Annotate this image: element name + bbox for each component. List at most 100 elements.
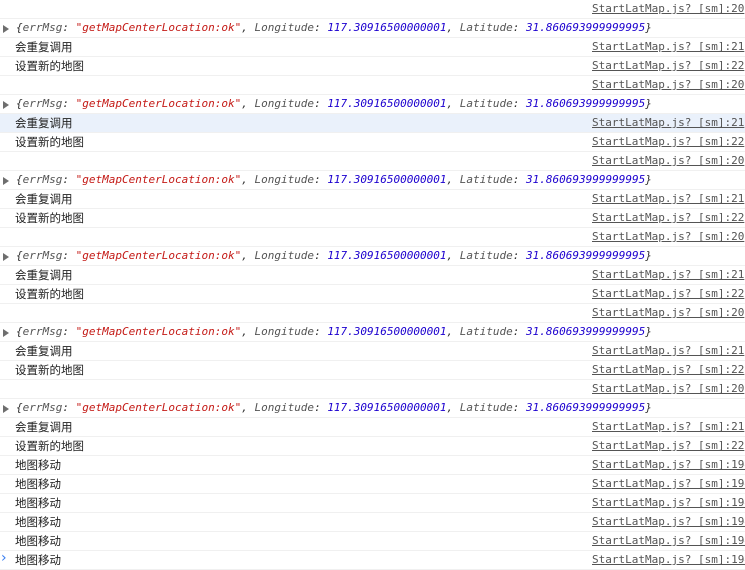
source-link[interactable]: StartLatMap.js? [sm]:20 bbox=[592, 304, 744, 322]
log-message: 设置新的地图 bbox=[15, 287, 84, 301]
expand-triangle-icon[interactable] bbox=[3, 405, 9, 413]
console-message-line: 地图移动 StartLatMap.js? [sm]:194 bbox=[0, 456, 745, 475]
source-link[interactable]: StartLatMap.js? [sm]:22 bbox=[592, 133, 744, 151]
object-preview[interactable]: {errMsg: "getMapCenterLocation:ok", Long… bbox=[16, 95, 652, 113]
log-message: 地图移动 bbox=[15, 496, 61, 510]
log-message: 会重复调用 bbox=[15, 40, 73, 54]
object-key: errMsg bbox=[22, 249, 63, 262]
log-message: 设置新的地图 bbox=[15, 439, 84, 453]
source-link[interactable]: StartLatMap.js? [sm]:22 bbox=[592, 209, 744, 227]
object-key: errMsg bbox=[22, 401, 63, 414]
object-number-value: 117.30916500000001 bbox=[327, 249, 447, 262]
console-message-line: 设置新的地图 StartLatMap.js? [sm]:22 bbox=[0, 361, 745, 380]
log-message: 设置新的地图 bbox=[15, 135, 84, 149]
console-line: StartLatMap.js? [sm]:20 bbox=[0, 76, 745, 95]
source-link[interactable]: StartLatMap.js? [sm]:21 bbox=[592, 114, 744, 132]
object-number-value: 117.30916500000001 bbox=[327, 401, 447, 414]
source-link[interactable]: StartLatMap.js? [sm]:20 bbox=[592, 228, 744, 246]
console-message-line: 会重复调用 StartLatMap.js? [sm]:21 bbox=[0, 418, 745, 437]
object-key: errMsg bbox=[22, 173, 63, 186]
source-link[interactable]: StartLatMap.js? [sm]:20 bbox=[592, 380, 744, 398]
console-message-line: 会重复调用 StartLatMap.js? [sm]:21 bbox=[0, 266, 745, 285]
expand-triangle-icon[interactable] bbox=[3, 177, 9, 185]
object-key: Longitude bbox=[254, 249, 315, 262]
expand-triangle-icon[interactable] bbox=[3, 101, 9, 109]
log-message: 会重复调用 bbox=[15, 344, 73, 358]
object-number-value: 117.30916500000001 bbox=[327, 21, 447, 34]
console-log: StartLatMap.js? [sm]:20 {errMsg: "getMap… bbox=[0, 0, 745, 570]
object-preview[interactable]: {errMsg: "getMapCenterLocation:ok", Long… bbox=[16, 399, 652, 417]
console-object-line[interactable]: {errMsg: "getMapCenterLocation:ok", Long… bbox=[0, 95, 745, 114]
console-object-line[interactable]: {errMsg: "getMapCenterLocation:ok", Long… bbox=[0, 323, 745, 342]
console-line: StartLatMap.js? [sm]:20 bbox=[0, 228, 745, 247]
source-link[interactable]: StartLatMap.js? [sm]:22 bbox=[592, 57, 744, 75]
console-message-line: 会重复调用 StartLatMap.js? [sm]:21 bbox=[0, 114, 745, 133]
console-object-line[interactable]: {errMsg: "getMapCenterLocation:ok", Long… bbox=[0, 19, 745, 38]
console-message-line: 会重复调用 StartLatMap.js? [sm]:21 bbox=[0, 190, 745, 209]
object-key: Latitude bbox=[459, 249, 513, 262]
object-key: Latitude bbox=[459, 21, 513, 34]
log-message: 地图移动 bbox=[15, 515, 61, 529]
console-message-line: 会重复调用 StartLatMap.js? [sm]:21 bbox=[0, 342, 745, 361]
source-link[interactable]: StartLatMap.js? [sm]:194 bbox=[592, 513, 745, 531]
object-number-value: 117.30916500000001 bbox=[327, 325, 447, 338]
source-link[interactable]: StartLatMap.js? [sm]:20 bbox=[592, 76, 744, 94]
log-message: 地图移动 bbox=[15, 477, 61, 491]
console-object-line[interactable]: {errMsg: "getMapCenterLocation:ok", Long… bbox=[0, 171, 745, 190]
console-object-line[interactable]: {errMsg: "getMapCenterLocation:ok", Long… bbox=[0, 247, 745, 266]
source-link[interactable]: StartLatMap.js? [sm]:22 bbox=[592, 361, 744, 379]
source-link[interactable]: StartLatMap.js? [sm]:21 bbox=[592, 342, 744, 360]
object-string-value: "getMapCenterLocation:ok" bbox=[75, 97, 242, 110]
object-preview[interactable]: {errMsg: "getMapCenterLocation:ok", Long… bbox=[16, 247, 652, 265]
console-prompt[interactable]: › bbox=[0, 549, 745, 569]
object-key: Latitude bbox=[459, 97, 513, 110]
object-key: Latitude bbox=[459, 401, 513, 414]
log-message: 地图移动 bbox=[15, 458, 61, 472]
source-link[interactable]: StartLatMap.js? [sm]:20 bbox=[592, 152, 744, 170]
source-link[interactable]: StartLatMap.js? [sm]:194 bbox=[592, 475, 745, 493]
console-line: StartLatMap.js? [sm]:20 bbox=[0, 152, 745, 171]
expand-triangle-icon[interactable] bbox=[3, 253, 9, 261]
source-link[interactable]: StartLatMap.js? [sm]:194 bbox=[592, 494, 745, 512]
expand-triangle-icon[interactable] bbox=[3, 25, 9, 33]
object-key: errMsg bbox=[22, 97, 63, 110]
source-link[interactable]: StartLatMap.js? [sm]:22 bbox=[592, 437, 744, 455]
object-key: errMsg bbox=[22, 21, 63, 34]
object-number-value: 31.860693999999995 bbox=[526, 173, 646, 186]
object-number-value: 117.30916500000001 bbox=[327, 173, 447, 186]
console-message-line: 设置新的地图 StartLatMap.js? [sm]:22 bbox=[0, 209, 745, 228]
prompt-chevron-icon: › bbox=[1, 550, 7, 566]
source-link[interactable]: StartLatMap.js? [sm]:20 bbox=[592, 0, 744, 18]
console-line: StartLatMap.js? [sm]:20 bbox=[0, 0, 745, 19]
console-line: StartLatMap.js? [sm]:20 bbox=[0, 304, 745, 323]
console-message-line: 地图移动 StartLatMap.js? [sm]:194 bbox=[0, 475, 745, 494]
source-link[interactable]: StartLatMap.js? [sm]:22 bbox=[592, 285, 744, 303]
source-link[interactable]: StartLatMap.js? [sm]:194 bbox=[592, 532, 745, 550]
source-link[interactable]: StartLatMap.js? [sm]:194 bbox=[592, 456, 745, 474]
source-link[interactable]: StartLatMap.js? [sm]:21 bbox=[592, 418, 744, 436]
object-key: Longitude bbox=[254, 173, 315, 186]
object-key: Latitude bbox=[459, 173, 513, 186]
source-link[interactable]: StartLatMap.js? [sm]:21 bbox=[592, 38, 744, 56]
console-message-line: 地图移动 StartLatMap.js? [sm]:194 bbox=[0, 513, 745, 532]
console-message-line: 设置新的地图 StartLatMap.js? [sm]:22 bbox=[0, 437, 745, 456]
console-object-line[interactable]: {errMsg: "getMapCenterLocation:ok", Long… bbox=[0, 399, 745, 418]
object-key: Longitude bbox=[254, 401, 315, 414]
console-message-line: 设置新的地图 StartLatMap.js? [sm]:22 bbox=[0, 57, 745, 76]
expand-triangle-icon[interactable] bbox=[3, 329, 9, 337]
console-message-line: 会重复调用 StartLatMap.js? [sm]:21 bbox=[0, 38, 745, 57]
object-string-value: "getMapCenterLocation:ok" bbox=[75, 401, 242, 414]
object-string-value: "getMapCenterLocation:ok" bbox=[75, 325, 242, 338]
object-key: errMsg bbox=[22, 325, 63, 338]
object-number-value: 31.860693999999995 bbox=[526, 325, 646, 338]
object-string-value: "getMapCenterLocation:ok" bbox=[75, 173, 242, 186]
object-string-value: "getMapCenterLocation:ok" bbox=[75, 249, 242, 262]
object-preview[interactable]: {errMsg: "getMapCenterLocation:ok", Long… bbox=[16, 323, 652, 341]
log-message: 设置新的地图 bbox=[15, 363, 84, 377]
object-key: Latitude bbox=[459, 325, 513, 338]
source-link[interactable]: StartLatMap.js? [sm]:21 bbox=[592, 190, 744, 208]
source-link[interactable]: StartLatMap.js? [sm]:21 bbox=[592, 266, 744, 284]
object-preview[interactable]: {errMsg: "getMapCenterLocation:ok", Long… bbox=[16, 19, 652, 37]
console-message-line: 设置新的地图 StartLatMap.js? [sm]:22 bbox=[0, 285, 745, 304]
object-preview[interactable]: {errMsg: "getMapCenterLocation:ok", Long… bbox=[16, 171, 652, 189]
